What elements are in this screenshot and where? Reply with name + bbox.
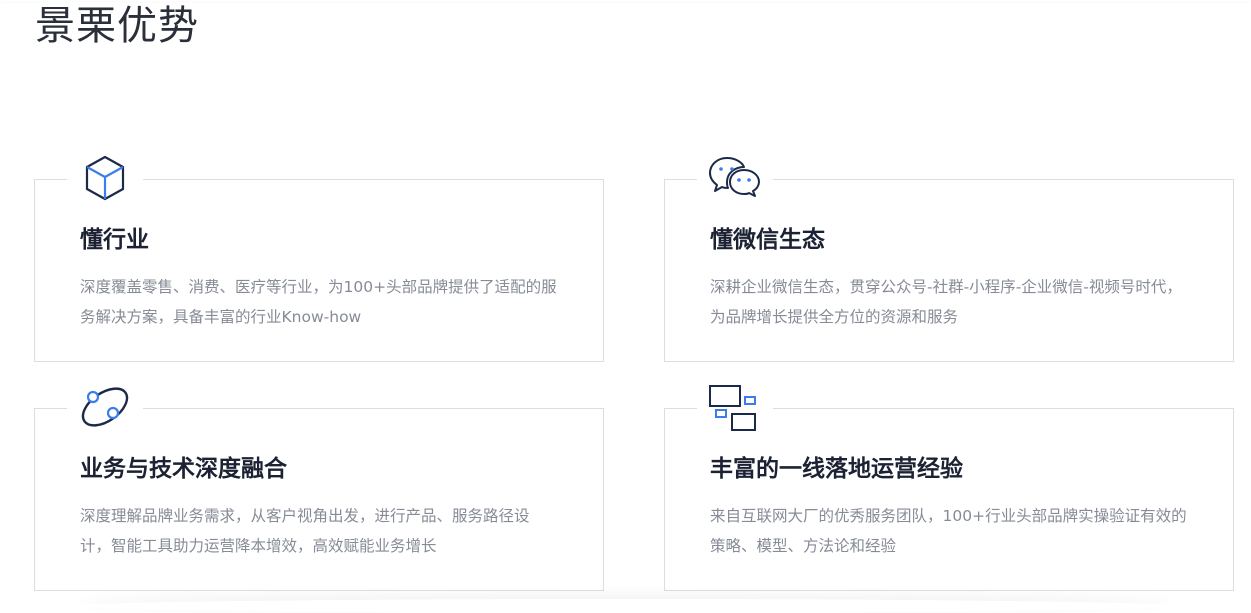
card-description: 深度覆盖零售、消费、医疗等行业，为100+头部品牌提供了适配的服务解决方案，具备…	[80, 278, 557, 326]
wechat-icon	[697, 152, 773, 206]
card-description: 深耕企业微信生态，贯穿公众号-社群-小程序-企业微信-视频号时代，为品牌增长提供…	[710, 278, 1182, 326]
card-description: 来自互联网大厂的优秀服务团队，100+行业头部品牌实操验证有效的策略、模型、方法…	[710, 507, 1187, 555]
orbit-link-icon	[67, 383, 143, 431]
top-divider	[0, 0, 1251, 1]
card-title: 懂行业	[80, 227, 149, 253]
advantage-card-business-tech: 业务与技术深度融合 深度理解品牌业务需求，从客户视角出发，进行产品、服务路径设计…	[34, 383, 604, 591]
card-title: 懂微信生态	[710, 227, 825, 253]
section-bottom-shadow	[80, 599, 1171, 613]
card-description: 深度理解品牌业务需求，从客户视角出发，进行产品、服务路径设计，智能工具助力运营降…	[80, 507, 530, 555]
advantage-card-wechat: 懂微信生态 深耕企业微信生态，贯穿公众号-社群-小程序-企业微信-视频号时代，为…	[664, 152, 1234, 362]
card-title: 丰富的一线落地运营经验	[710, 456, 963, 482]
card-title: 业务与技术深度融合	[80, 456, 287, 482]
advantage-card-operations: 丰富的一线落地运营经验 来自互联网大厂的优秀服务团队，100+行业头部品牌实操验…	[664, 381, 1234, 591]
layout-blocks-icon	[697, 381, 773, 435]
cube-icon	[67, 152, 143, 204]
page-title: 景栗优势	[35, 3, 199, 49]
advantage-card-industry: 懂行业 深度覆盖零售、消费、医疗等行业，为100+头部品牌提供了适配的服务解决方…	[34, 152, 604, 362]
